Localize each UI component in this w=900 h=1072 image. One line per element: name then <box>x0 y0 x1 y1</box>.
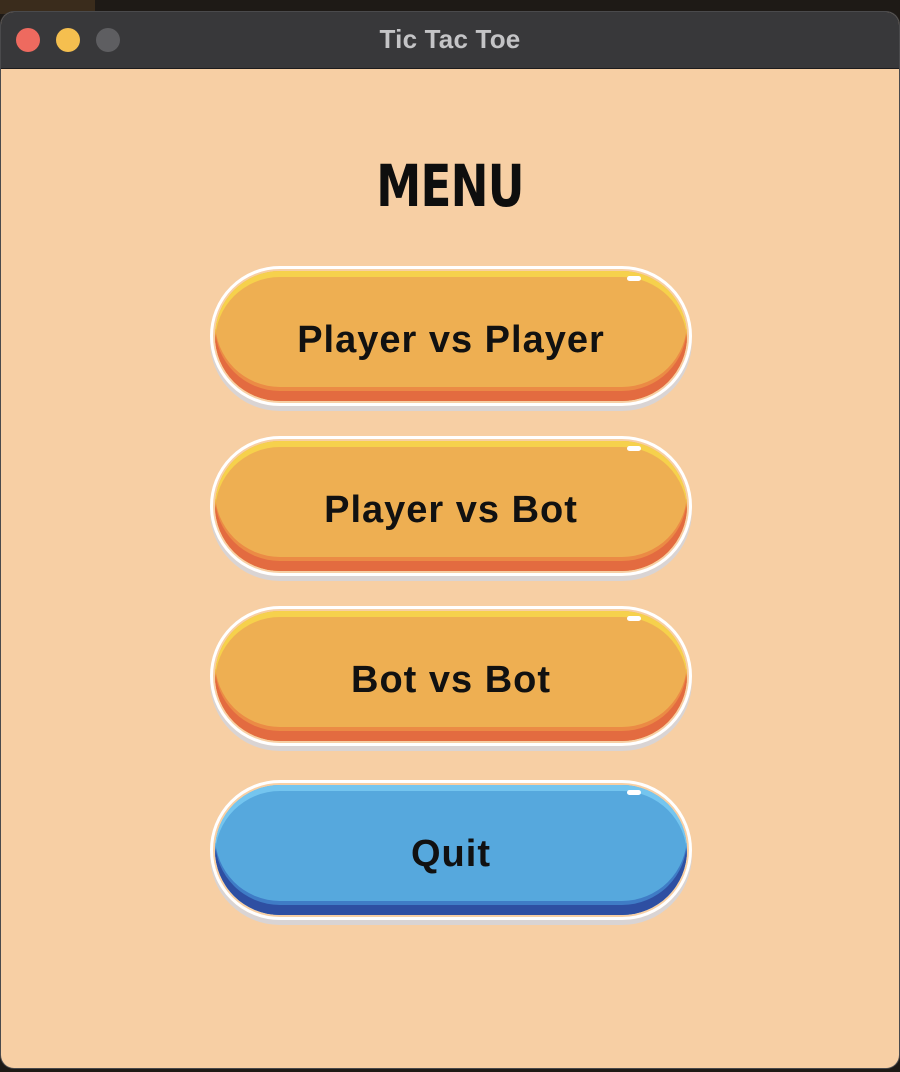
quit-button[interactable]: Quit <box>210 780 692 920</box>
button-shine <box>627 616 641 621</box>
menu-screen: MENU Player vs Player Player vs Bot Bot … <box>1 69 899 1068</box>
menu-title: MENU <box>376 152 524 220</box>
player-vs-player-label: Player vs Player <box>297 319 605 361</box>
button-shine <box>627 446 641 451</box>
player-vs-bot-button[interactable]: Player vs Bot <box>210 436 692 576</box>
player-vs-player-button[interactable]: Player vs Player <box>210 266 692 406</box>
quit-label: Quit <box>411 833 491 875</box>
title-bar[interactable]: Tic Tac Toe <box>1 12 899 69</box>
window-title: Tic Tac Toe <box>379 24 521 54</box>
button-shine <box>627 276 641 281</box>
bot-vs-bot-button[interactable]: Bot vs Bot <box>210 606 692 746</box>
player-vs-bot-label: Player vs Bot <box>324 489 578 531</box>
button-shine <box>627 790 641 795</box>
button-face: Quit <box>215 785 687 915</box>
button-face: Player vs Bot <box>215 441 687 571</box>
bot-vs-bot-label: Bot vs Bot <box>351 659 551 701</box>
button-face: Player vs Player <box>215 271 687 401</box>
app-window: Tic Tac Toe MENU Player vs Player Player… <box>1 12 899 1068</box>
button-face: Bot vs Bot <box>215 611 687 741</box>
desktop: Tic Tac Toe MENU Player vs Player Player… <box>0 0 900 1072</box>
